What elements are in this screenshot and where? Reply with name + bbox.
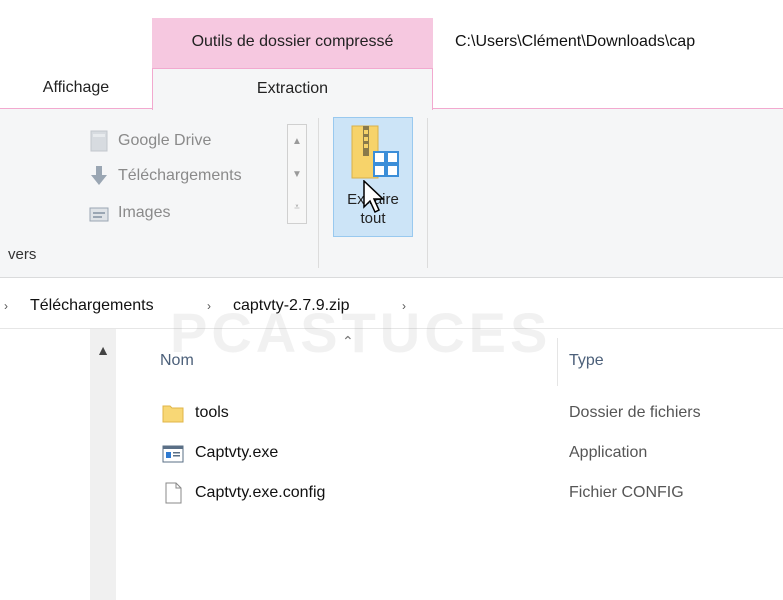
gallery-scrollbar[interactable]: ▲ ▼ ⩡ <box>287 124 307 224</box>
navigation-scrollbar[interactable] <box>90 329 116 600</box>
tab-affichage[interactable]: Affichage <box>0 68 152 108</box>
ribbon-group-divider <box>318 118 319 268</box>
ribbon-bottom-border <box>0 277 783 278</box>
gallery-expand-icon[interactable]: ⩡ <box>288 191 306 223</box>
folder-icon <box>162 402 184 424</box>
breadcrumb-separator-icon: › <box>4 299 8 313</box>
compressed-folder-tools-label: Outils de dossier compressé <box>191 33 394 50</box>
svg-text:PCASTUCES: PCASTUCES <box>170 301 551 364</box>
navigation-pane[interactable] <box>0 329 89 600</box>
window-title-path: C:\Users\Clément\Downloads\cap <box>455 33 696 50</box>
column-resize-handle[interactable] <box>557 338 558 386</box>
file-type: Application <box>569 444 648 461</box>
images-icon <box>88 202 110 224</box>
extract-all-icon <box>348 124 404 184</box>
file-icon <box>162 482 184 504</box>
download-arrow-icon <box>88 165 110 187</box>
file-name: Captvty.exe.config <box>195 484 326 501</box>
file-type: Fichier CONFIG <box>569 484 684 501</box>
exe-icon <box>162 443 184 465</box>
scroll-up-icon[interactable]: ▲ <box>90 342 116 358</box>
column-header-name[interactable]: Nom <box>160 352 194 370</box>
destination-label: Téléchargements <box>118 167 242 184</box>
group-label-extract-to: vers <box>8 246 37 263</box>
destination-google-drive[interactable]: Google Drive <box>88 128 211 154</box>
destination-label: Google Drive <box>118 132 212 149</box>
breadcrumb-telechargements[interactable]: Téléchargements <box>30 297 154 315</box>
file-name: Captvty.exe <box>195 444 279 461</box>
file-type: Dossier de fichiers <box>569 404 701 421</box>
destination-label: Images <box>118 204 171 221</box>
gallery-scroll-down-icon[interactable]: ▼ <box>288 158 306 190</box>
tab-extraction[interactable]: Extraction <box>152 68 433 110</box>
ribbon-group-divider <box>427 118 428 268</box>
google-drive-icon <box>88 130 110 152</box>
column-header-type[interactable]: Type <box>569 352 604 370</box>
watermark: PCASTUCES <box>170 300 590 383</box>
destination-images[interactable]: Images <box>88 200 170 226</box>
mouse-cursor-icon <box>362 179 388 219</box>
file-name: tools <box>195 404 229 421</box>
sort-ascending-icon: ⌃ <box>342 333 354 349</box>
destination-telechargements[interactable]: Téléchargements <box>88 163 242 189</box>
gallery-scroll-up-icon[interactable]: ▲ <box>288 125 306 157</box>
